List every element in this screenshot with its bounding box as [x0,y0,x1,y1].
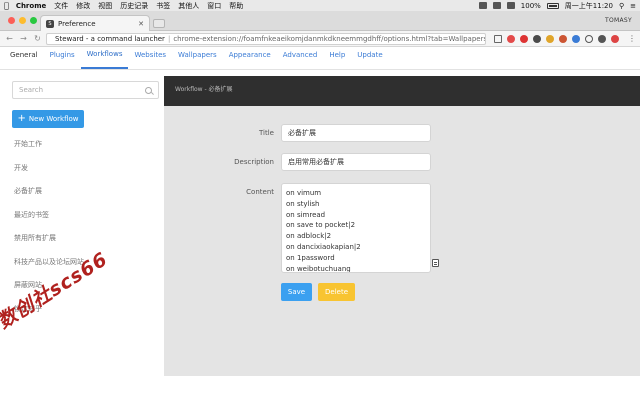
reload-icon[interactable]: ↻ [32,34,43,43]
battery-percent: 100% [520,1,541,10]
new-tab-button[interactable] [153,19,165,28]
editor-header: Workflow - 必备扩展 [164,76,640,106]
menu-item-people[interactable]: 其他人 [178,1,199,11]
steward-favicon-icon: S [46,19,54,28]
menu-app-name[interactable]: Chrome [16,2,46,10]
content-line: on weibotuchuang [286,264,351,273]
url-path: chrome-extension://foamfnkeaeikomjdanmkd… [173,34,486,43]
workflow-sidebar: + New Workflow 开始工作 开发 必备扩展 最近的书签 禁用所有扩展… [0,71,164,400]
status-icon[interactable] [478,2,487,9]
menu-item-view[interactable]: 视图 [98,1,112,11]
title-field[interactable]: 必备扩展 [281,124,431,142]
apple-menu-icon[interactable]:  [4,1,9,10]
tab-wallpapers[interactable]: Wallpapers [172,47,223,69]
workflow-item[interactable]: 必备扩展 [14,186,84,210]
workflow-item[interactable]: 最近的书签 [14,210,84,234]
extension-icon-6[interactable] [572,34,580,43]
url-origin: Steward - a command launcher [55,34,165,43]
browser-tab[interactable]: S Preference ✕ [40,15,150,31]
tab-plugins[interactable]: Plugins [44,47,81,69]
search-icon [145,86,152,94]
tab-title: Preference [58,19,96,28]
close-window-icon[interactable] [8,17,15,24]
new-workflow-button[interactable]: + New Workflow [12,110,84,128]
delete-button[interactable]: Delete [318,283,355,301]
macos-menu-bar:  Chrome 文件 修改 视图 历史记录 书签 其他人 窗口 帮助 100%… [0,0,640,11]
title-label: Title [258,129,274,137]
opera-icon[interactable] [520,34,528,43]
browser-toolbar: ← → ↻ Steward - a command launcher | chr… [0,31,640,47]
save-button[interactable]: Save [281,283,312,301]
tab-update[interactable]: Update [351,47,388,69]
workflow-item[interactable]: 开始工作 [14,139,84,163]
tab-advanced[interactable]: Advanced [277,47,324,69]
back-icon[interactable]: ← [4,34,15,43]
pocket-icon[interactable] [507,34,515,43]
workflow-item[interactable]: 禁用所有扩展 [14,233,84,257]
browser-tab-strip: S Preference ✕ TOMASY [0,11,640,31]
extension-icon-5[interactable] [559,34,567,43]
content-line: on stylish [286,199,320,208]
clock[interactable]: 周一上午11:20 [565,1,613,11]
zoom-window-icon[interactable] [30,17,37,24]
content-textarea[interactable]: on vimum on stylish on simread on save t… [281,183,431,273]
menu-item-help[interactable]: 帮助 [229,1,243,11]
menu-item-bookmarks[interactable]: 书签 [156,1,170,11]
extension-icon-3[interactable] [533,34,541,43]
content-line: on simread [286,210,326,219]
profile-name[interactable]: TOMASY [605,17,632,24]
content-line: on vimum [286,189,322,197]
bookmark-star-icon[interactable] [494,34,502,43]
menu-item-file[interactable]: 文件 [54,1,68,11]
extension-icon-7[interactable] [585,34,593,43]
description-label: Description [234,158,274,166]
url-separator: | [167,34,171,43]
forward-icon[interactable]: → [18,34,29,43]
description-field[interactable]: 启用常用必备扩展 [281,153,431,171]
status-area: 100% 周一上午11:20 ⚲ ≡ [478,1,636,11]
content-line: on dancixiaokapian|2 [286,242,361,251]
more-menu-icon[interactable]: ⋮ [628,34,636,43]
menu-item-window[interactable]: 窗口 [207,1,221,11]
copy-icon[interactable] [432,259,439,267]
search-icon[interactable]: ⚲ [619,2,624,10]
tab-help[interactable]: Help [323,47,351,69]
content-line: on adblock|2 [286,232,332,241]
tab-appearance[interactable]: Appearance [223,47,277,69]
window-controls [8,17,37,24]
tab-workflows[interactable]: Workflows [80,47,129,69]
content-line: on 1password [286,253,335,262]
address-bar[interactable]: Steward - a command launcher | chrome-ex… [46,32,486,45]
content-label: Content [246,188,274,196]
close-tab-icon[interactable]: ✕ [138,20,144,28]
content-line: on save to pocket|2 [286,221,356,230]
wifi-icon[interactable] [492,2,501,9]
menu-list-icon[interactable]: ≡ [630,2,636,10]
extension-icons [494,34,619,43]
tab-general[interactable]: General [4,47,44,69]
workflow-item[interactable]: 开发 [14,163,84,187]
tab-websites[interactable]: Websites [128,47,172,69]
extension-icon-8[interactable] [598,34,606,43]
menu-item-history[interactable]: 历史记录 [120,1,148,11]
menu-item-edit[interactable]: 修改 [76,1,90,11]
search-input[interactable] [19,86,139,94]
extension-icon-9[interactable] [611,34,619,43]
extension-icon-4[interactable] [546,34,554,43]
settings-nav: General Plugins Workflows Websites Wallp… [0,48,640,70]
new-workflow-label: New Workflow [28,115,79,123]
battery-icon[interactable] [546,2,559,9]
plus-icon: + [17,113,26,124]
minimize-window-icon[interactable] [19,17,26,24]
volume-icon[interactable] [506,2,515,9]
search-box[interactable] [12,81,159,99]
